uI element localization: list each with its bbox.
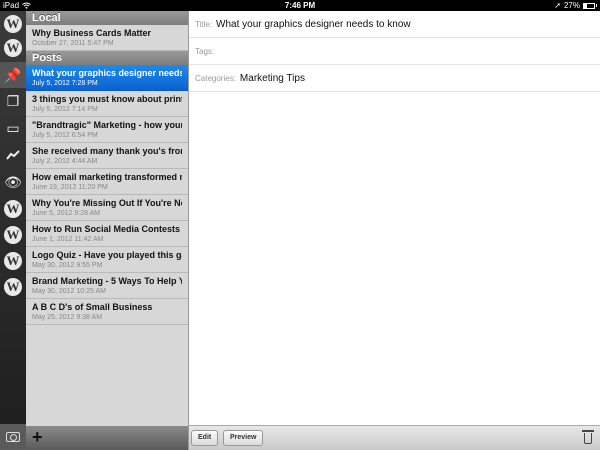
post-date: July 5, 2012 6:54 PM <box>32 132 98 139</box>
rail-wordpress-6[interactable]: W <box>0 274 26 300</box>
post-date: May 30, 2012 10:25 AM <box>32 288 106 295</box>
title-value: What your graphics designer needs to kno… <box>216 18 411 30</box>
post-date: October 27, 2011 5:47 PM <box>32 40 114 47</box>
rail-wordpress-1[interactable]: W <box>0 11 26 37</box>
rail-wordpress-3[interactable]: W <box>0 196 26 222</box>
list-item[interactable]: "Brandtragic" Marketing - how your July … <box>26 117 188 143</box>
tags-label: Tags: <box>195 46 215 56</box>
stats-icon <box>6 150 20 160</box>
post-title: 3 things you must know about print m <box>32 94 182 104</box>
wordpress-icon: W <box>4 278 22 296</box>
categories-field: Categories: Marketing Tips <box>189 65 600 92</box>
battery-icon <box>583 2 595 9</box>
list-footer: + <box>26 426 188 450</box>
post-title: How to Run Social Media Contests or <box>32 224 182 234</box>
post-date: June 5, 2012 9:28 AM <box>32 210 101 217</box>
rail-view-site[interactable]: 👁 <box>0 169 26 195</box>
list-item[interactable]: She received many thank you's from l Jul… <box>26 143 188 169</box>
section-header-posts: Posts <box>26 51 188 65</box>
camera-icon <box>6 432 20 442</box>
post-title: What your graphics designer needs to <box>32 68 182 78</box>
post-title: Brand Marketing - 5 Ways To Help Yo <box>32 276 182 286</box>
post-title: Why You're Missing Out If You're Not <box>32 198 182 208</box>
post-detail: Title: What your graphics designer needs… <box>188 11 600 425</box>
comments-icon: ▭ <box>6 120 20 136</box>
rail-wordpress-4[interactable]: W <box>0 222 26 248</box>
list-item[interactable]: Logo Quiz - Have you played this gam May… <box>26 247 188 273</box>
view-site-icon: 👁 <box>4 174 22 190</box>
list-item[interactable]: How to Run Social Media Contests or June… <box>26 221 188 247</box>
title-field: Title: What your graphics designer needs… <box>189 11 600 38</box>
edit-button[interactable]: Edit <box>191 430 219 446</box>
camera-button[interactable] <box>0 424 26 450</box>
rail-comments[interactable]: ▭ <box>0 115 26 141</box>
status-bar: iPad 7:46 PM ➚ 27% <box>0 0 600 11</box>
trash-icon[interactable] <box>582 430 594 444</box>
rail-posts[interactable]: 📌 <box>0 62 26 88</box>
list-item[interactable]: How email marketing transformed my June … <box>26 169 188 195</box>
post-title: How email marketing transformed my <box>32 172 182 182</box>
post-title: She received many thank you's from l <box>32 146 182 156</box>
post-title: Why Business Cards Matter <box>32 28 152 38</box>
tags-field: Tags: <box>189 38 600 65</box>
post-date: June 19, 2012 11:20 PM <box>32 184 108 191</box>
categories-value: Marketing Tips <box>239 72 305 84</box>
rail-wordpress-5[interactable]: W <box>0 248 26 274</box>
wordpress-icon: W <box>4 200 22 218</box>
categories-label: Categories: <box>195 73 236 83</box>
post-date: June 1, 2012 11:42 AM <box>32 236 104 243</box>
rail-pages[interactable]: ❐ <box>0 88 26 114</box>
section-header-local: Local <box>26 11 188 25</box>
rail-wordpress-2[interactable]: W <box>0 35 26 61</box>
list-item[interactable]: Brand Marketing - 5 Ways To Help Yo May … <box>26 273 188 299</box>
add-post-button[interactable]: + <box>32 427 43 447</box>
list-item[interactable]: Why Business Cards Matter October 27, 20… <box>26 25 188 51</box>
list-item-selected[interactable]: What your graphics designer needs to Jul… <box>26 65 188 91</box>
pin-icon: 📌 <box>4 67 22 83</box>
post-date: May 25, 2012 9:38 AM <box>32 314 103 321</box>
post-date: May 30, 2012 9:55 PM <box>32 262 103 269</box>
list-item[interactable]: Why You're Missing Out If You're Not Jun… <box>26 195 188 221</box>
title-label: Title: <box>195 19 213 29</box>
list-item[interactable]: A B C D's of Small Business May 25, 2012… <box>26 299 188 325</box>
battery-percent: 27% <box>563 1 580 10</box>
list-item[interactable]: 3 things you must know about print m Jul… <box>26 91 188 117</box>
post-title: "Brandtragic" Marketing - how your <box>32 120 182 130</box>
wordpress-icon: W <box>4 15 22 33</box>
rail-stats[interactable] <box>0 142 26 168</box>
icon-rail: W W 📌 ❐ ▭ 👁 W W W W <box>0 11 26 450</box>
post-list: Local Why Business Cards Matter October … <box>26 11 188 426</box>
pages-icon: ❐ <box>6 93 20 109</box>
wordpress-icon: W <box>4 39 22 57</box>
arrow-icon: ➚ <box>554 1 561 10</box>
wordpress-icon: W <box>4 226 22 244</box>
post-date: July 2, 2012 4:44 AM <box>32 158 98 165</box>
post-date: July 5, 2012 7:14 PM <box>32 106 98 113</box>
post-date: July 5, 2012 7:28 PM <box>32 80 98 87</box>
preview-button[interactable]: Preview <box>223 430 264 446</box>
post-title: Logo Quiz - Have you played this gam <box>32 250 182 260</box>
wordpress-icon: W <box>4 252 22 270</box>
clock: 7:46 PM <box>284 1 316 10</box>
post-title: A B C D's of Small Business <box>32 302 153 312</box>
bottom-toolbar: Edit Preview <box>188 425 600 450</box>
